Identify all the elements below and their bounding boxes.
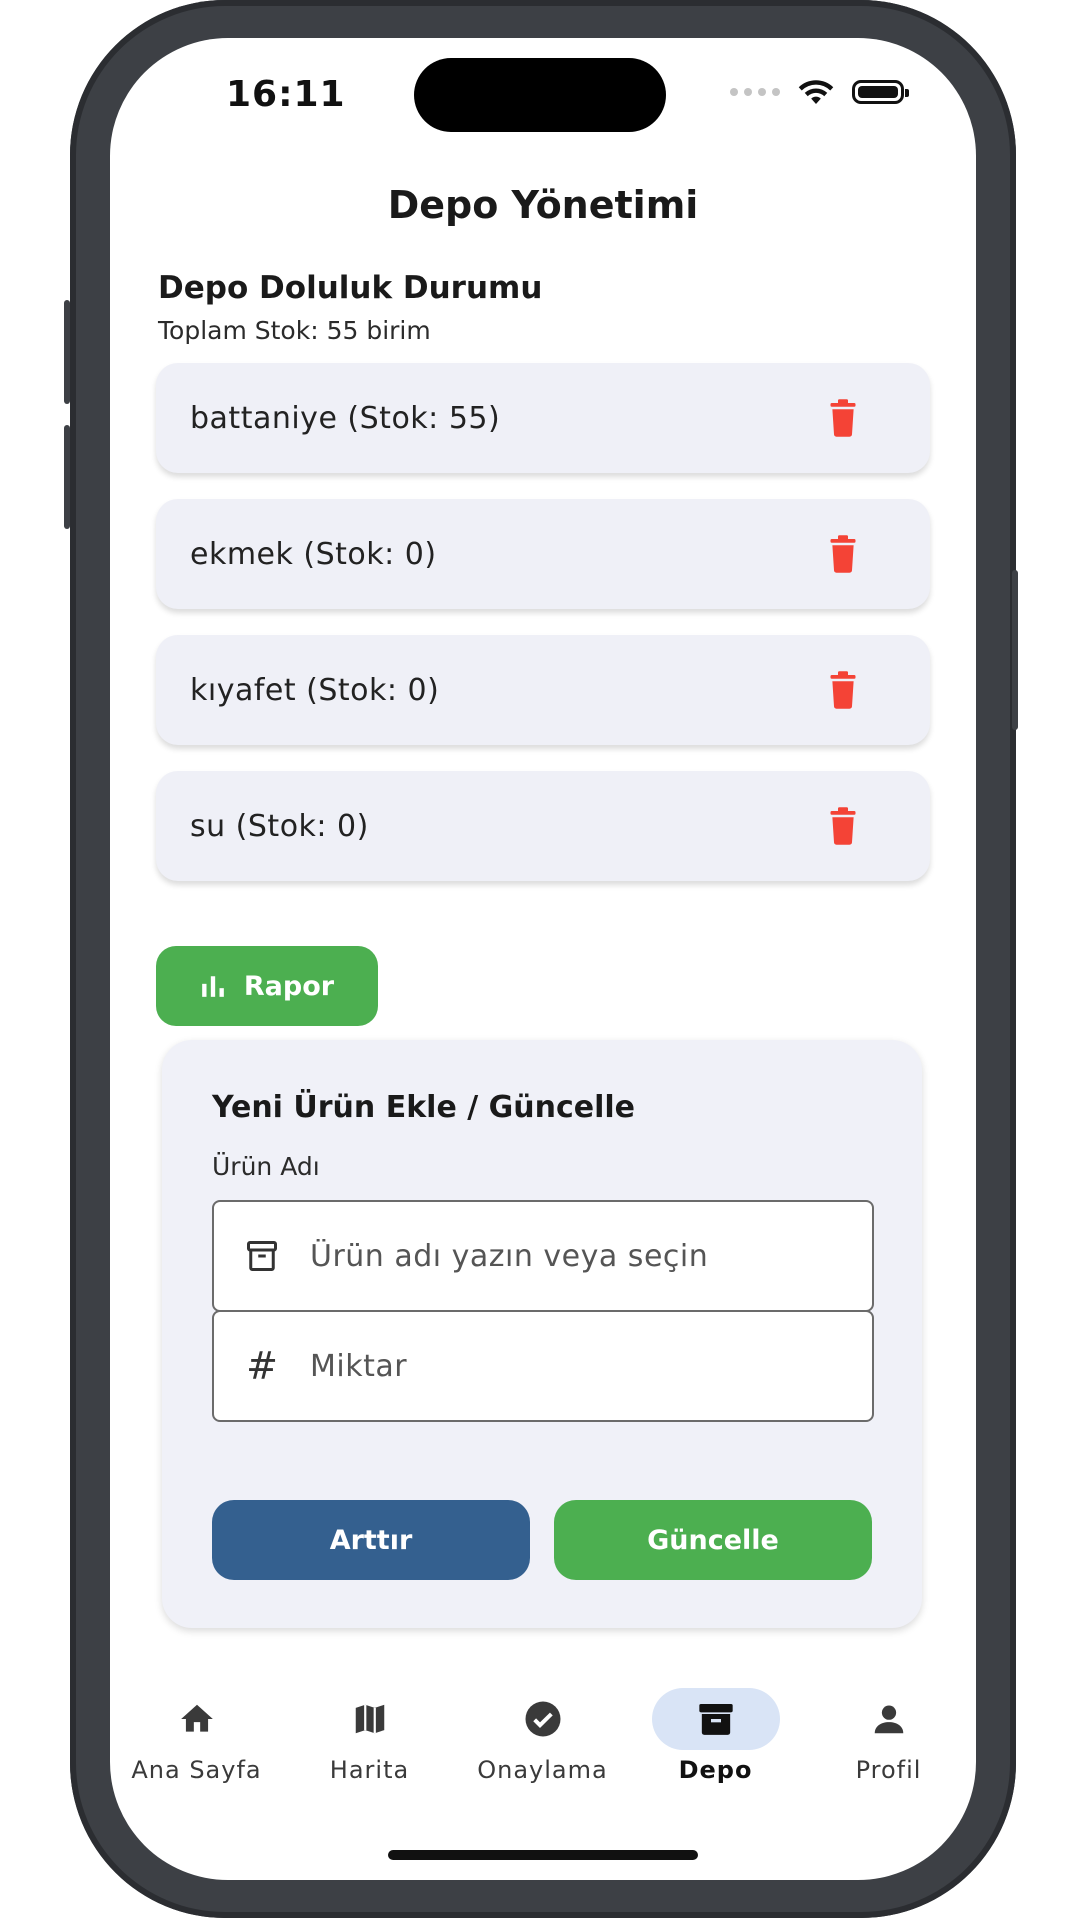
- nav-pill: [306, 1688, 434, 1750]
- bar-chart-icon: [202, 976, 224, 997]
- report-button[interactable]: Rapor: [156, 946, 378, 1026]
- map-icon: [355, 1704, 384, 1734]
- item-label: su (Stok: 0): [190, 808, 369, 844]
- item-label: battaniye (Stok: 55): [190, 400, 501, 436]
- hash-icon: #: [246, 1344, 278, 1388]
- stock-list: battaniye (Stok: 55) ekmek (Stok: 0) kıy…: [156, 363, 930, 907]
- nav-label: Depo: [678, 1756, 753, 1784]
- item-label: ekmek (Stok: 0): [190, 536, 437, 572]
- list-item[interactable]: su (Stok: 0): [156, 771, 930, 881]
- nav-item-warehouse[interactable]: Depo: [629, 1688, 802, 1798]
- nav-label: Ana Sayfa: [131, 1756, 262, 1784]
- form-title: Yeni Ürün Ekle / Güncelle: [212, 1090, 636, 1125]
- delete-icon[interactable]: [828, 535, 858, 573]
- quantity-field[interactable]: #: [212, 1310, 874, 1422]
- volume-up-button: [64, 300, 70, 404]
- battery-icon: [852, 80, 909, 104]
- home-indicator[interactable]: [388, 1850, 698, 1860]
- nav-item-map[interactable]: Harita: [283, 1688, 456, 1798]
- app-screen: 16:11 Depo Yönetimi Depo Doluluk Durumu …: [110, 38, 976, 1880]
- nav-item-home[interactable]: Ana Sayfa: [110, 1688, 283, 1798]
- check-circle-icon: [525, 1701, 560, 1737]
- nav-pill: [133, 1688, 261, 1750]
- nav-label: Profil: [855, 1756, 922, 1784]
- list-item[interactable]: kıyafet (Stok: 0): [156, 635, 930, 745]
- list-item[interactable]: ekmek (Stok: 0): [156, 499, 930, 609]
- occupancy-title: Depo Doluluk Durumu: [158, 270, 543, 306]
- nav-pill: [825, 1688, 953, 1750]
- nav-pill: [479, 1688, 607, 1750]
- product-name-field[interactable]: [212, 1200, 874, 1312]
- product-name-label: Ürün Adı: [212, 1152, 320, 1181]
- list-item[interactable]: battaniye (Stok: 55): [156, 363, 930, 473]
- update-button[interactable]: Güncelle: [554, 1500, 872, 1580]
- nav-label: Onaylama: [477, 1756, 608, 1784]
- home-icon: [180, 1704, 213, 1732]
- nav-item-profile[interactable]: Profil: [802, 1688, 975, 1798]
- warehouse-icon: [698, 1704, 733, 1735]
- product-form-card: Yeni Ürün Ekle / Güncelle Ürün Adı # Art…: [162, 1040, 922, 1628]
- wifi-icon: [798, 80, 834, 104]
- dynamic-island: [414, 58, 666, 132]
- delete-icon[interactable]: [828, 807, 858, 845]
- item-label: kıyafet (Stok: 0): [190, 672, 440, 708]
- nav-pill-active: [651, 1688, 780, 1750]
- nav-label: Harita: [329, 1756, 410, 1784]
- status-time: 16:11: [226, 74, 346, 115]
- increase-button[interactable]: Arttır: [212, 1500, 530, 1580]
- quantity-input[interactable]: [310, 1348, 830, 1384]
- person-icon: [874, 1705, 903, 1734]
- bottom-navigation: Ana Sayfa Harita Onaylama Depo Profil: [110, 1688, 976, 1798]
- archive-icon: [214, 1238, 310, 1274]
- delete-icon[interactable]: [828, 671, 858, 709]
- nav-item-approval[interactable]: Onaylama: [456, 1688, 629, 1798]
- delete-icon[interactable]: [828, 399, 858, 437]
- total-stock-text: Toplam Stok: 55 birim: [158, 316, 431, 345]
- volume-down-button: [64, 425, 70, 529]
- signal-dots-icon: [730, 88, 780, 96]
- power-button: [1012, 570, 1018, 730]
- product-name-input[interactable]: [310, 1238, 830, 1274]
- page-title: Depo Yönetimi: [387, 183, 699, 227]
- report-button-label: Rapor: [243, 970, 335, 1002]
- status-icons: [730, 78, 909, 106]
